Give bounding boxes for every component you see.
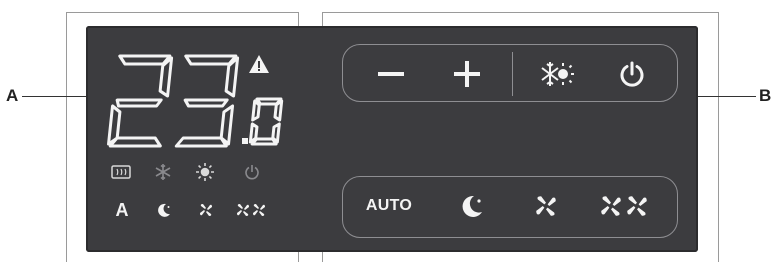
power-icon: [242, 162, 262, 182]
auto-mode-indicator: A: [115, 199, 129, 220]
frame-line-top-left: [66, 12, 298, 13]
fan-icon: [536, 196, 556, 216]
moon-icon: [154, 200, 174, 220]
callout-leader-b: [698, 96, 756, 97]
frame-line-right-outer: [718, 12, 719, 262]
mode-toggle-button[interactable]: [532, 50, 582, 98]
decrease-temperature-button[interactable]: [366, 52, 416, 96]
auto-fan-label: AUTO: [365, 197, 413, 214]
callout-label-b: B: [759, 86, 772, 105]
night-mode-button[interactable]: [448, 184, 496, 228]
fan-speed-low-button[interactable]: [522, 184, 570, 228]
callout-label-a: A: [6, 86, 19, 105]
power-button[interactable]: [608, 52, 656, 96]
heater-icon: [110, 164, 132, 180]
temperature-decimal-point: [242, 138, 248, 144]
power-button-icon: [620, 61, 644, 87]
snowflake-icon: [152, 162, 174, 182]
fan-low-icon: [196, 200, 216, 220]
temperature-digit-tens: [107, 54, 174, 148]
temperature-digit-ones: [174, 54, 240, 148]
thermostat-panel: .seg { fill: none; stroke: #f4f4f4; stro…: [86, 26, 698, 252]
temperature-digit-decimal: [248, 97, 284, 146]
sun-icon: [194, 162, 216, 182]
control-group-separator: [512, 52, 513, 96]
moon-icon: [462, 195, 482, 217]
auto-fan-button[interactable]: AUTO: [354, 184, 424, 228]
callout-leader-a: [22, 96, 86, 97]
fan-high-icon: [234, 200, 268, 220]
fan-speed-high-button[interactable]: [592, 184, 656, 228]
double-fan-icon: [601, 196, 647, 216]
increase-temperature-button[interactable]: [442, 52, 492, 96]
frame-line-top-right: [322, 12, 718, 13]
frame-line-left-outer: [66, 12, 67, 262]
snow-sun-icon: [541, 62, 574, 86]
warning-triangle-icon: [249, 55, 269, 73]
